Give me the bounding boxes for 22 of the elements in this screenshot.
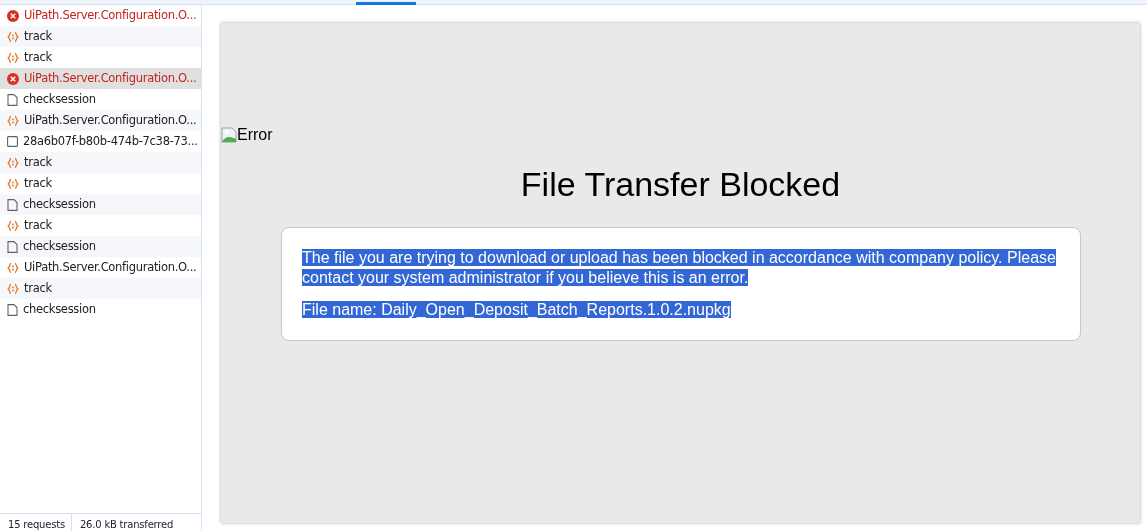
request-row[interactable]: checksession	[0, 236, 201, 257]
request-row[interactable]: checksession	[0, 89, 201, 110]
request-row[interactable]: UiPath.Server.Configuration.O...	[0, 68, 201, 89]
request-row[interactable]: UiPath.Server.Configuration.O...	[0, 5, 201, 26]
status-text: 15 requests	[7, 518, 66, 531]
request-row[interactable]: track	[0, 47, 201, 68]
request-row[interactable]: UiPath.Server.Configuration.O...	[0, 257, 201, 278]
page-title: File Transfer Blocked	[519, 164, 842, 205]
request-row[interactable]: track	[0, 26, 201, 47]
request-row[interactable]: UiPath.Server.Configuration.O...	[0, 110, 201, 131]
broken-image: Error	[221, 123, 273, 147]
request-row[interactable]: track	[0, 173, 201, 194]
request-row[interactable]: track	[0, 215, 201, 236]
file-name-text: File name: Daily_Open_Deposit_Batch_Reports.1.0.2.nupkg	[302, 299, 732, 320]
request-row[interactable]: 28a6b07f-b80b-474b-7c38-73...	[0, 131, 201, 152]
request-row[interactable]: track	[0, 152, 201, 173]
request-row[interactable]: checksession	[0, 299, 201, 320]
request-row[interactable]: track	[0, 278, 201, 299]
tab-indicator	[356, 2, 416, 5]
request-row[interactable]: checksession	[0, 194, 201, 215]
status-text: 26.0 kB transferred	[78, 518, 175, 531]
message-text: The file you are trying to download or upload has been blocked in accordance with company policy. Please contact your system administrator if you believe this is an error.	[302, 247, 1057, 288]
